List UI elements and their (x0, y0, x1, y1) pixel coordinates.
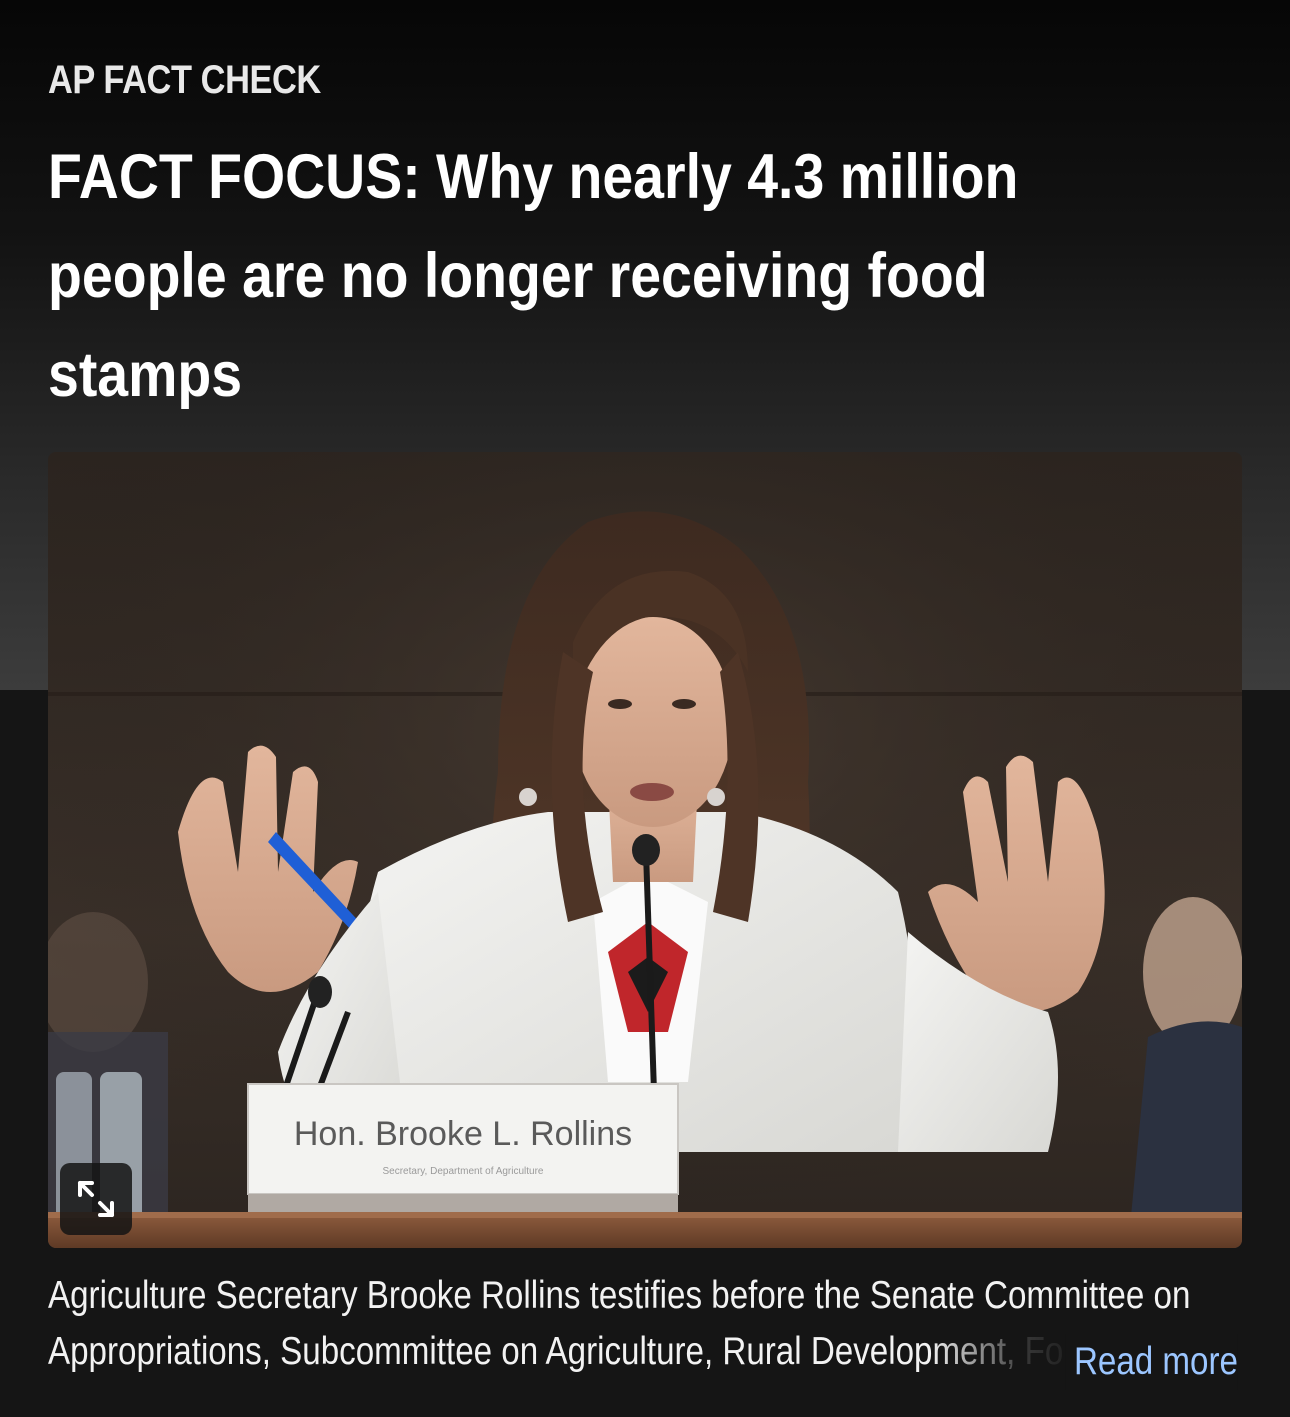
article-card: AP FACT CHECK FACT FOCUS: Why nearly 4.3… (0, 0, 1290, 1417)
read-more-link[interactable]: Read more (1065, 1334, 1238, 1390)
article-headline[interactable]: FACT FOCUS: Why nearly 4.3 million peopl… (48, 128, 1192, 425)
nameplate-name: Hon. Brooke L. Rollins (294, 1115, 632, 1153)
expand-photo-button[interactable] (60, 1163, 132, 1235)
caption-line-1: Agriculture Secretary Brooke Rollins tes… (48, 1274, 1191, 1317)
expand-arrows-icon (78, 1181, 114, 1217)
nameplate-title: Secretary, Department of Agriculture (383, 1166, 544, 1177)
photo-illustration: Hon. Brooke L. Rollins Secretary, Depart… (48, 452, 1242, 1248)
article-photo[interactable]: Hon. Brooke L. Rollins Secretary, Depart… (48, 452, 1242, 1248)
section-kicker[interactable]: AP FACT CHECK (48, 58, 321, 103)
